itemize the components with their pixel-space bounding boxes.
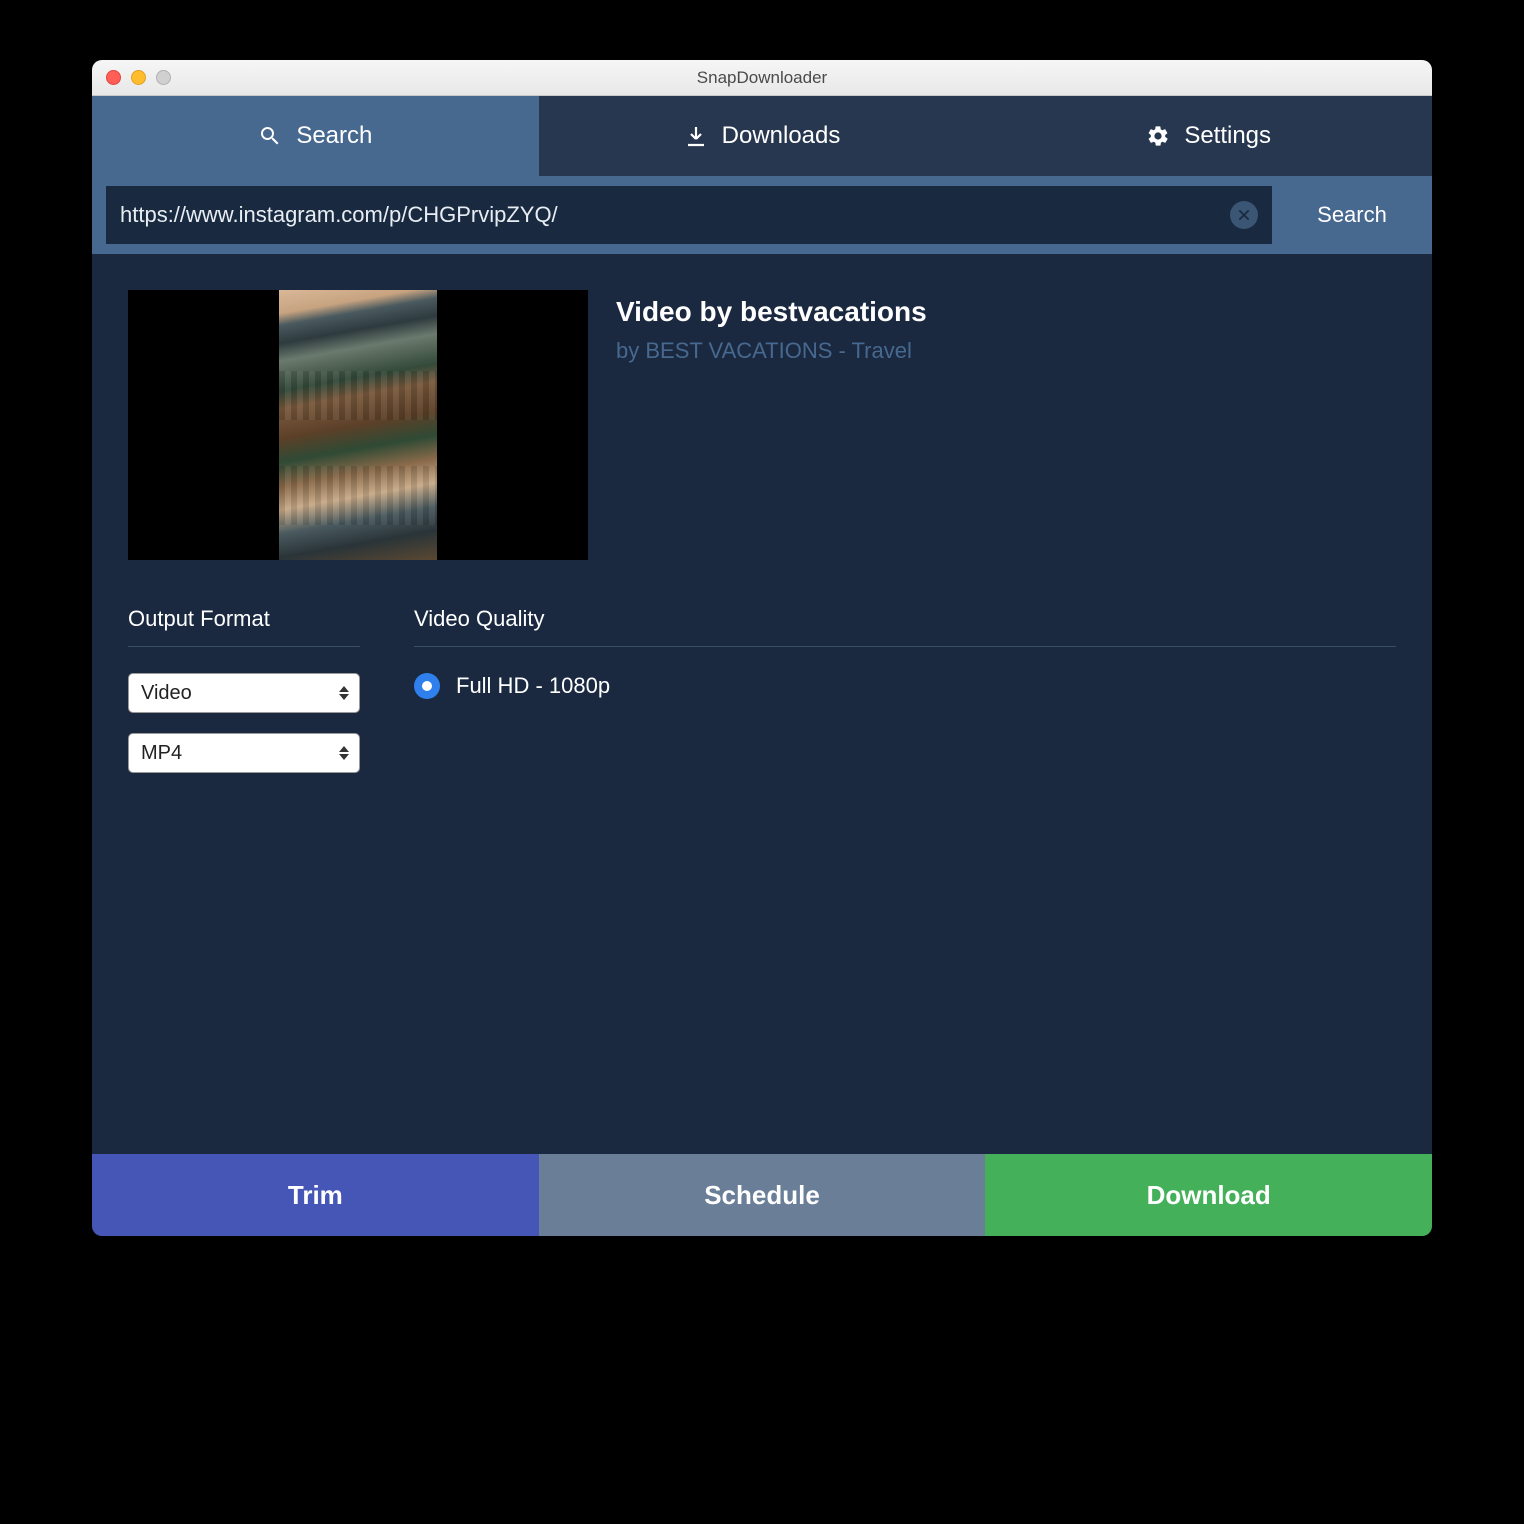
- quality-option[interactable]: Full HD - 1080p: [414, 673, 1396, 699]
- quality-option-label: Full HD - 1080p: [456, 673, 610, 699]
- app-window: SnapDownloader Search Downloads Settings…: [92, 60, 1432, 1236]
- download-button-label: Download: [1147, 1180, 1271, 1211]
- search-button[interactable]: Search: [1272, 186, 1432, 244]
- gear-icon: [1146, 124, 1170, 148]
- video-thumbnail: [128, 290, 588, 560]
- searchbar-row: Search: [92, 176, 1432, 254]
- schedule-button[interactable]: Schedule: [539, 1154, 986, 1236]
- titlebar: SnapDownloader: [92, 60, 1432, 96]
- video-quality-column: Video Quality Full HD - 1080p: [414, 606, 1396, 793]
- close-icon: [1237, 208, 1251, 222]
- minimize-window-button[interactable]: [131, 70, 146, 85]
- output-format-column: Output Format Video MP4: [128, 606, 360, 793]
- download-button[interactable]: Download: [985, 1154, 1432, 1236]
- url-input[interactable]: [120, 202, 1230, 228]
- video-meta: Video by bestvacations by BEST VACATIONS…: [616, 290, 927, 560]
- chevron-updown-icon: [339, 686, 349, 700]
- search-icon: [258, 124, 282, 148]
- tab-downloads-label: Downloads: [722, 122, 841, 150]
- trim-button[interactable]: Trim: [92, 1154, 539, 1236]
- format-type-value: Video: [141, 682, 192, 705]
- tab-search-label: Search: [296, 122, 372, 150]
- tab-downloads[interactable]: Downloads: [539, 96, 986, 176]
- video-info-row: Video by bestvacations by BEST VACATIONS…: [128, 290, 1396, 560]
- clear-input-button[interactable]: [1230, 201, 1258, 229]
- content-area: Video by bestvacations by BEST VACATIONS…: [92, 254, 1432, 1154]
- tab-settings[interactable]: Settings: [985, 96, 1432, 176]
- output-format-header: Output Format: [128, 606, 360, 647]
- format-container-select[interactable]: MP4: [128, 733, 360, 773]
- window-controls: [92, 70, 171, 85]
- footer-actions: Trim Schedule Download: [92, 1154, 1432, 1236]
- format-type-select[interactable]: Video: [128, 673, 360, 713]
- main-tabs: Search Downloads Settings: [92, 96, 1432, 176]
- tab-settings-label: Settings: [1184, 122, 1271, 150]
- schedule-button-label: Schedule: [704, 1180, 820, 1211]
- video-author: by BEST VACATIONS - Travel: [616, 338, 927, 364]
- options-row: Output Format Video MP4 Video Quality Fu…: [128, 606, 1396, 793]
- download-icon: [684, 124, 708, 148]
- video-title: Video by bestvacations: [616, 296, 927, 328]
- video-quality-header: Video Quality: [414, 606, 1396, 647]
- radio-selected-icon: [414, 673, 440, 699]
- url-input-container: [106, 186, 1272, 244]
- search-button-label: Search: [1317, 202, 1387, 228]
- format-container-value: MP4: [141, 742, 182, 765]
- thumbnail-image: [279, 290, 437, 560]
- chevron-updown-icon: [339, 746, 349, 760]
- tab-search[interactable]: Search: [92, 96, 539, 176]
- window-title: SnapDownloader: [92, 68, 1432, 88]
- trim-button-label: Trim: [288, 1180, 343, 1211]
- close-window-button[interactable]: [106, 70, 121, 85]
- maximize-window-button[interactable]: [156, 70, 171, 85]
